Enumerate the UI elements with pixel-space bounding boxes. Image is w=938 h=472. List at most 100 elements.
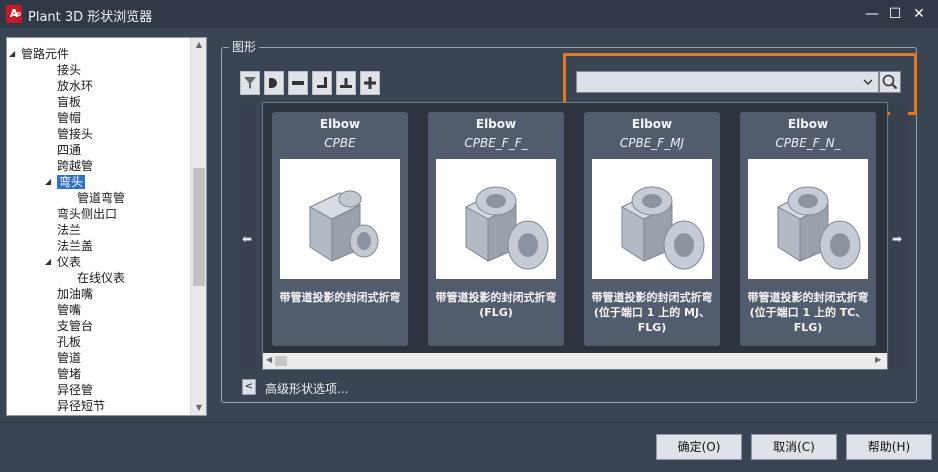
- tee-shape-button[interactable]: [336, 71, 356, 95]
- tree-item-label: 跨越管: [57, 159, 94, 173]
- tree-item[interactable]: 孔板: [57, 334, 81, 350]
- expanded-caret-icon[interactable]: ◢: [45, 174, 51, 190]
- tree-item-label: 仪表: [57, 255, 82, 269]
- tree-item-label: 支管台: [57, 319, 94, 333]
- card-title: Elbow: [319, 117, 361, 131]
- tree-item[interactable]: 加油嘴: [57, 286, 93, 302]
- close-button[interactable]: ✕: [910, 5, 928, 23]
- tree-item[interactable]: 管道: [57, 350, 81, 366]
- elbow-shape-icon: [620, 186, 705, 270]
- groupbox-label: 图形: [229, 38, 260, 55]
- expanded-caret-icon[interactable]: ◢: [45, 254, 51, 270]
- shape-card[interactable]: Elbow CPBE_F_N_ 带管道投影的封闭式折弯 (位于端口 1 上的 TC、…: [740, 112, 876, 346]
- footer-divider: [0, 422, 938, 423]
- help-button[interactable]: 帮助(H): [846, 434, 932, 460]
- tree-item-label: 管堵: [57, 367, 82, 381]
- card-subtitle: CPBE_F_MJ: [619, 136, 685, 150]
- elbow-shape-icon: [308, 190, 379, 262]
- scroll-down-arrow-icon[interactable]: ▼: [193, 402, 205, 414]
- scroll-right-arrow-icon[interactable]: ▶: [875, 355, 881, 364]
- left-arrow-icon[interactable]: ⬅: [242, 232, 252, 246]
- tree-item[interactable]: 放水环: [57, 78, 93, 94]
- card-preview: [592, 159, 712, 279]
- shape-card[interactable]: Elbow CPBE 带管道投影的封闭式折弯: [272, 112, 408, 346]
- tree-item-label: 放水环: [57, 79, 94, 93]
- tree-item-label: 管嘴: [57, 303, 82, 317]
- expanded-caret-icon[interactable]: ◢: [9, 46, 15, 62]
- tree-item[interactable]: 管嘴: [57, 302, 81, 318]
- tree-item[interactable]: 弯头侧出口: [57, 206, 117, 222]
- card-subtitle: CPBE_F_F_: [464, 136, 528, 150]
- tree-item[interactable]: 四通: [57, 142, 81, 158]
- elbow-pipe-icon: [317, 77, 327, 88]
- tree-item-label: 异径短节: [57, 399, 106, 413]
- card-description: 带管道投影的封闭式折弯 (位于端口 1 上的 TC、FLG): [747, 291, 869, 334]
- tree-item[interactable]: ◢ 弯头: [45, 174, 86, 190]
- tee-pipe-icon: [340, 78, 352, 88]
- tree-item[interactable]: 管道弯管: [77, 190, 125, 206]
- ok-button[interactable]: 确定(O): [656, 434, 742, 460]
- advanced-options-label[interactable]: 高级形状选项...: [265, 380, 348, 397]
- tree-item[interactable]: 在线仪表: [77, 270, 125, 286]
- tree-scroll-thumb[interactable]: [193, 168, 205, 286]
- cancel-button[interactable]: 取消(C): [751, 434, 837, 460]
- tree-item[interactable]: 盲板: [57, 94, 81, 110]
- tree-item[interactable]: 管堵: [57, 366, 81, 382]
- tree-item[interactable]: 跨越管: [57, 158, 93, 174]
- right-arrow-icon[interactable]: ➡: [892, 232, 902, 246]
- gallery-scroll-thumb[interactable]: [275, 356, 287, 366]
- tree-item-label: 管道: [57, 351, 82, 365]
- tree-item-label: 四通: [57, 143, 82, 157]
- tree-item[interactable]: 法兰盖: [57, 238, 93, 254]
- tree-item[interactable]: 异径管: [57, 382, 93, 398]
- cross-pipe-icon: [364, 77, 376, 89]
- tree-item-label: 加油嘴: [57, 287, 94, 301]
- advanced-options-toggle[interactable]: <: [242, 379, 256, 395]
- card-description: 带管道投影的封闭式折弯 (位于端口 1 上的 MJ、FLG): [591, 291, 713, 334]
- autocad-app-icon: A 3D: [6, 5, 22, 23]
- scroll-left-arrow-icon[interactable]: ◀: [266, 355, 272, 364]
- card-subtitle: CPBE: [324, 136, 356, 150]
- minimize-button[interactable]: —: [863, 5, 881, 23]
- straight-shape-button[interactable]: [288, 71, 308, 95]
- tree-item-label: 法兰: [57, 223, 82, 237]
- half-shape-button[interactable]: [264, 71, 284, 95]
- tree-item[interactable]: 接头: [57, 62, 81, 78]
- filter-icon: [244, 77, 256, 89]
- elbow-shape-button[interactable]: [312, 71, 332, 95]
- tree-item[interactable]: 法兰: [57, 222, 81, 238]
- category-tree[interactable]: ▲ ▼ ◢ 管路元件接头放水环 盲板 管帽管接头四通跨越管 ◢ 弯头 管道弯管 弯头侧出口法兰…: [6, 37, 207, 416]
- shape-card[interactable]: Elbow CPBE_F_F_ 带管道投影的封闭式折弯 (FLG): [428, 112, 564, 346]
- card-subtitle: CPBE_F_N_: [775, 136, 841, 150]
- card-description: 带管道投影的封闭式折弯: [279, 291, 401, 304]
- tree-item-label: 异径管: [57, 383, 94, 397]
- tree-item-label: 管路元件: [21, 47, 70, 61]
- tree-item-label: 接头: [57, 63, 82, 77]
- tree-item-label: 弯头侧出口: [57, 207, 118, 221]
- scroll-up-arrow-icon[interactable]: ▲: [193, 39, 205, 51]
- tree-item[interactable]: 异径短节: [57, 398, 105, 414]
- tree-item-label: 在线仪表: [77, 271, 126, 285]
- half-circle-icon: [269, 78, 277, 88]
- maximize-button[interactable]: ☐: [886, 5, 904, 23]
- filter-button[interactable]: [240, 71, 260, 95]
- cross-shape-button[interactable]: [360, 71, 380, 95]
- card-preview: [748, 159, 868, 279]
- tree-item-label: 管帽: [57, 111, 82, 125]
- tree-item-label: 孔板: [57, 335, 82, 349]
- straight-pipe-icon: [292, 81, 304, 85]
- window-title: Plant 3D 形状浏览器: [28, 10, 153, 25]
- gallery-hscrollbar[interactable]: ◀ ▶: [263, 353, 887, 369]
- card-title: Elbow: [631, 117, 673, 131]
- tree-item[interactable]: 管接头: [57, 126, 93, 142]
- tree-item-label: 管接头: [57, 127, 94, 141]
- elbow-shape-icon: [464, 186, 549, 270]
- tree-item[interactable]: ◢ 管路元件: [9, 46, 70, 62]
- tree-item[interactable]: 管帽: [57, 110, 81, 126]
- elbow-shape-icon: [776, 186, 861, 270]
- tree-item[interactable]: 支管台: [57, 318, 93, 334]
- tree-item[interactable]: ◢ 仪表: [45, 254, 82, 270]
- shape-card[interactable]: Elbow CPBE_F_MJ 带管道投影的封闭式折弯 (位于端口 1 上的 MJ、…: [584, 112, 720, 346]
- tree-scrollbar[interactable]: ▲ ▼: [190, 38, 206, 415]
- title-bar: A 3D Plant 3D 形状浏览器 — ☐ ✕: [0, 0, 938, 28]
